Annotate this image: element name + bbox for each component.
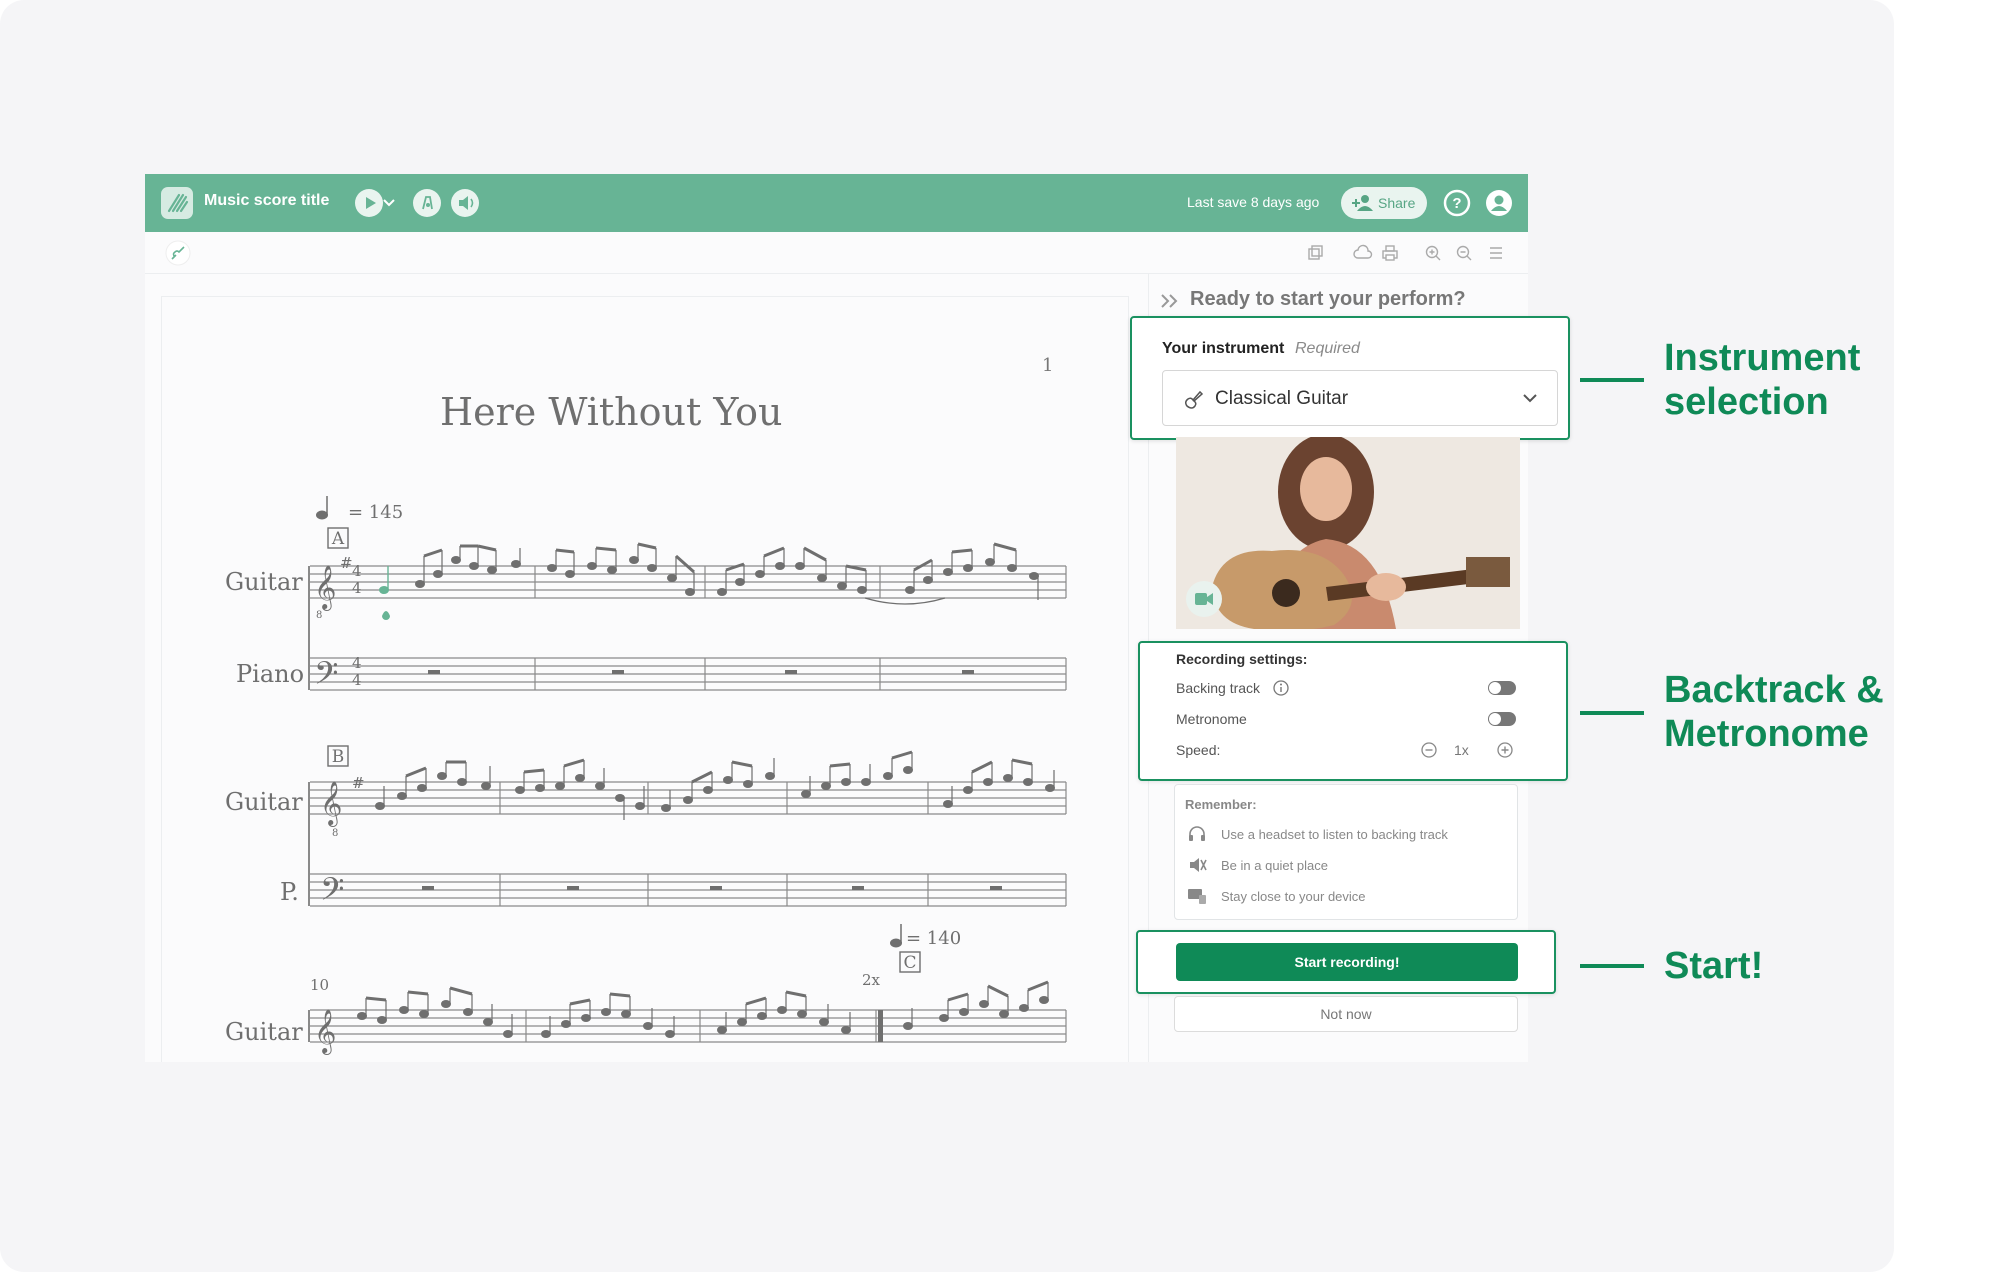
- callout-leader-start: [1580, 964, 1644, 968]
- remember-card: Remember: Use a headset to listen to bac…: [1174, 784, 1518, 920]
- instrument-required: Required: [1295, 340, 1360, 357]
- instrument-value: Classical Guitar: [1215, 388, 1349, 409]
- minus-icon[interactable]: [1420, 741, 1438, 759]
- guitar-icon: [1184, 390, 1204, 409]
- bass-clef: 𝄢: [314, 655, 338, 699]
- user-icon[interactable]: [1484, 188, 1514, 218]
- notes: [357, 542, 1055, 1038]
- instrument-card: Your instrument Required Classical Guita…: [1130, 316, 1570, 440]
- rehearsal-b: B: [332, 747, 345, 767]
- backing-track-label: Backing track: [1176, 680, 1261, 696]
- tempo-marking-2: = 140: [906, 928, 961, 949]
- time-sig-top-guitar: 4: [352, 562, 362, 580]
- repeat-count: 2x: [862, 971, 881, 989]
- start-recording-button[interactable]: Start recording!: [1176, 943, 1518, 981]
- camera-icon: [1195, 593, 1213, 605]
- time-sig-top-piano: 4: [352, 654, 362, 672]
- print-icon[interactable]: [1381, 244, 1399, 262]
- mute-icon: [1190, 858, 1207, 872]
- metronome-label: Metronome: [1176, 711, 1247, 727]
- rehearsal-a: A: [331, 529, 345, 549]
- bass-clef-2: 𝄢: [320, 871, 344, 915]
- callout-instrument: Instrument selection: [1664, 336, 1860, 424]
- camera-button[interactable]: [1186, 581, 1222, 617]
- info-icon[interactable]: [1272, 679, 1290, 697]
- speed-value: 1x: [1454, 742, 1469, 758]
- key-sig: #: [340, 554, 353, 572]
- zoom-in-icon[interactable]: [1424, 244, 1442, 262]
- measure-number: 10: [310, 976, 329, 994]
- recording-settings: Recording settings: Backing track Metron…: [1138, 641, 1568, 781]
- remember-item-3: Stay close to your device: [1221, 889, 1366, 904]
- octave-mark-1: 8: [316, 610, 322, 621]
- ready-heading: Ready to start your perform?: [1190, 288, 1466, 310]
- tempo-marking-1: = 145: [348, 502, 403, 523]
- remember-title: Remember:: [1185, 797, 1257, 812]
- backing-track-toggle[interactable]: [1488, 681, 1516, 695]
- svg-text:?: ?: [1452, 195, 1461, 212]
- callout-leader-instrument: [1580, 378, 1644, 382]
- treble-clef-2: 𝄞: [320, 781, 342, 827]
- remember-item-2: Be in a quiet place: [1221, 858, 1328, 873]
- octave-mark-2: 8: [332, 828, 338, 839]
- callout-backtrack-line1: Backtrack &: [1664, 669, 1884, 711]
- chevron-down-icon: [1523, 394, 1537, 403]
- copy-icon[interactable]: [1306, 244, 1324, 262]
- instrument-photo: [1176, 437, 1520, 629]
- double-chevron-icon[interactable]: [1160, 293, 1180, 309]
- help-icon[interactable]: ?: [1442, 188, 1472, 218]
- callout-instrument-line1: Instrument: [1664, 337, 1861, 379]
- callout-leader-backtrack: [1580, 711, 1644, 715]
- rehearsal-c: C: [903, 953, 916, 973]
- remember-item-1: Use a headset to listen to backing track: [1221, 827, 1448, 842]
- headset-icon: [1189, 826, 1205, 841]
- menu-icon[interactable]: [1487, 244, 1505, 262]
- zoom-out-icon[interactable]: [1455, 244, 1473, 262]
- treble-clef-3: 𝄞: [314, 1009, 336, 1055]
- callout-start: Start!: [1664, 945, 1764, 987]
- music-notation[interactable]: Guitar Piano Guitar P. Guitar = 145 = 14…: [0, 0, 1140, 1060]
- guitarist-illustration: [1176, 437, 1520, 629]
- plus-icon[interactable]: [1496, 741, 1514, 759]
- staff-label-guitar-2: Guitar: [225, 788, 303, 816]
- callout-backtrack: Backtrack & Metronome: [1664, 668, 1884, 756]
- key-sig-2: #: [352, 774, 365, 792]
- staff-label-piano: Piano: [236, 660, 304, 688]
- callout-backtrack-line2: Metronome: [1664, 713, 1869, 755]
- treble-clef: 𝄞: [314, 565, 336, 611]
- device-icon: [1188, 889, 1206, 904]
- staff-label-piano-short: P.: [280, 878, 299, 906]
- staff-label-guitar-1: Guitar: [225, 568, 303, 596]
- time-sig-bottom-guitar: 4: [352, 579, 362, 597]
- start-highlight: Start recording!: [1136, 930, 1556, 994]
- instrument-select[interactable]: Classical Guitar: [1162, 370, 1558, 426]
- last-save-status: Last save 8 days ago: [1187, 194, 1320, 210]
- share-label: Share: [1378, 195, 1416, 211]
- staff-label-guitar-3: Guitar: [225, 1018, 303, 1046]
- share-button[interactable]: Share: [1341, 187, 1427, 219]
- callout-instrument-line2: selection: [1664, 381, 1829, 423]
- add-user-icon: [1352, 195, 1373, 211]
- instrument-label: Your instrument: [1162, 340, 1285, 357]
- metronome-toggle[interactable]: [1488, 712, 1516, 726]
- time-sig-bottom-piano: 4: [352, 671, 362, 689]
- recording-settings-title: Recording settings:: [1176, 651, 1308, 667]
- speed-label: Speed:: [1176, 742, 1221, 758]
- not-now-button[interactable]: Not now: [1174, 996, 1518, 1032]
- cloud-icon[interactable]: [1353, 244, 1373, 262]
